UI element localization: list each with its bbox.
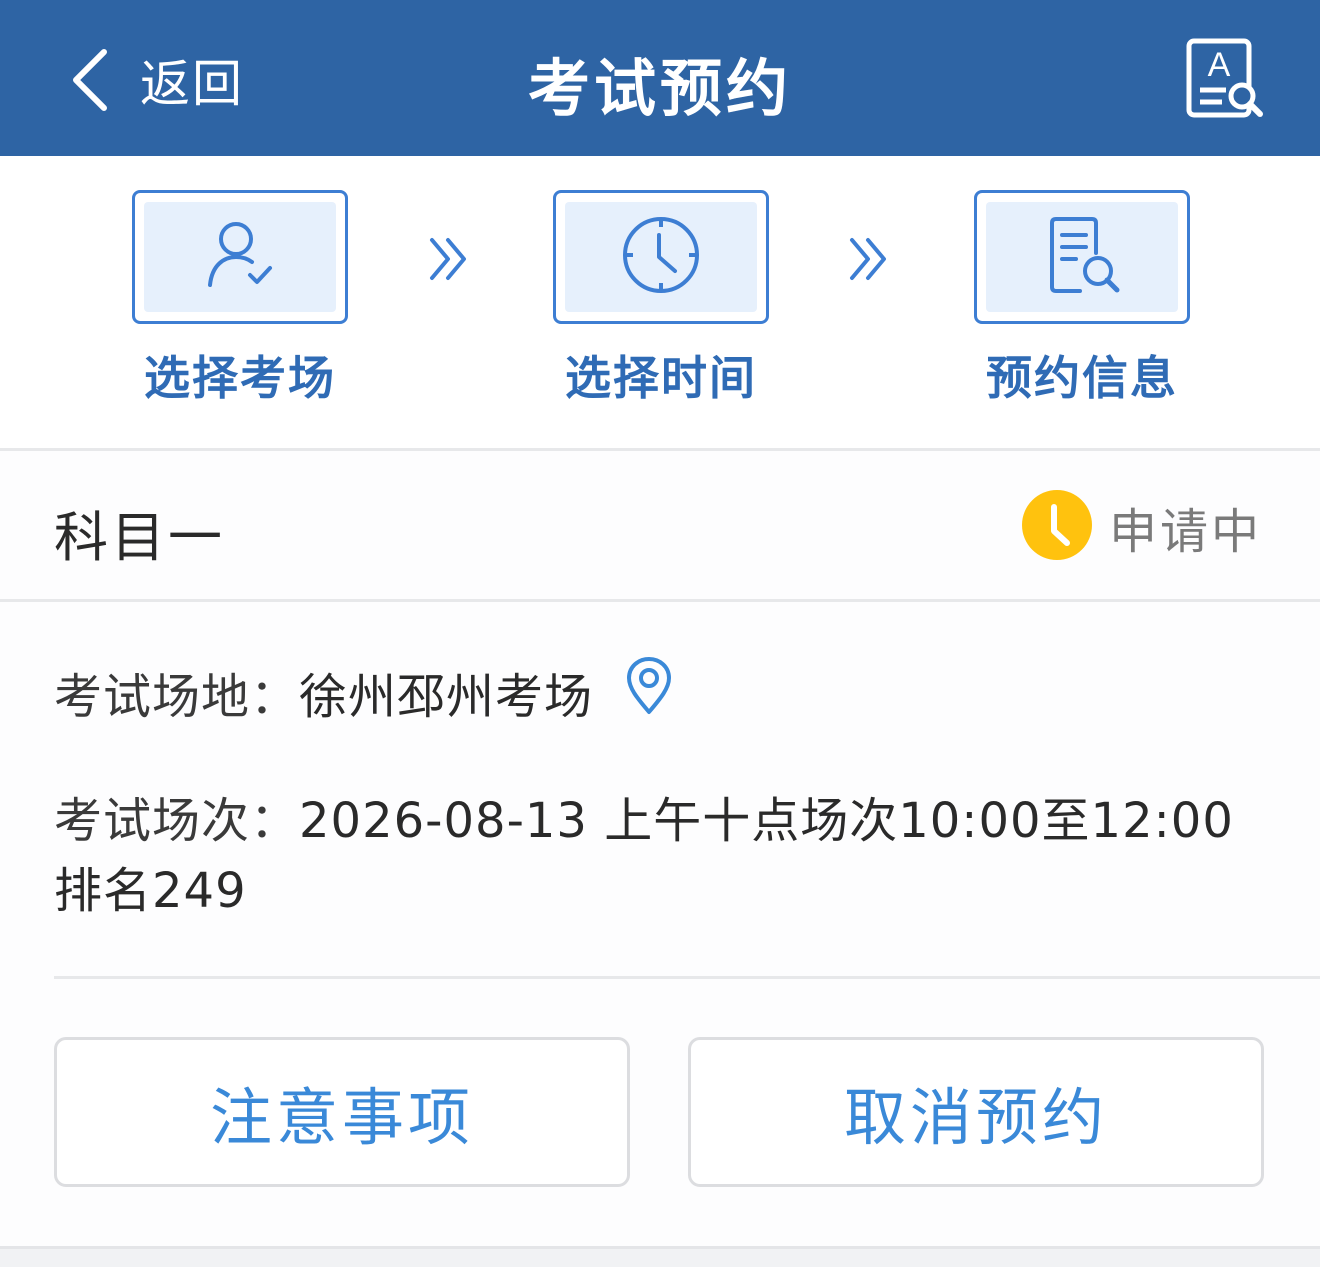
cancel-booking-button[interactable]: 取消预约 — [688, 1037, 1264, 1187]
subject-row: 科目一 申请中 — [0, 451, 1320, 599]
clock-icon — [619, 213, 703, 301]
page-title: 考试预约 — [527, 52, 792, 125]
clock-icon — [1021, 489, 1093, 565]
status-label: 申请中 — [1108, 504, 1262, 560]
step-select-venue[interactable]: 选择考场 — [132, 190, 348, 408]
document-search-icon — [1040, 213, 1124, 301]
notice-button[interactable]: 注意事项 — [54, 1037, 630, 1187]
exam-session-key: 考试场次： — [54, 793, 300, 849]
divider — [54, 976, 1320, 979]
map-pin-icon[interactable] — [625, 656, 673, 728]
exam-location-value: 徐州邳州考场 — [299, 669, 594, 725]
user-check-icon — [200, 215, 280, 299]
exam-session-row: 考试场次：2026-08-13 上午十点场次10:00至12:00 排名249 — [54, 786, 1254, 926]
exam-location-key: 考试场地： — [54, 669, 300, 725]
step-icon-box — [553, 190, 769, 324]
bottom-strip — [0, 1246, 1320, 1267]
double-chevron-right-icon — [426, 236, 472, 286]
step-icon-box — [132, 190, 348, 324]
step-select-time[interactable]: 选择时间 — [553, 190, 769, 408]
app-header: 返回 考试预约 A — [0, 0, 1320, 156]
steps-bar: 选择考场 选择时间 预约信息 — [0, 156, 1320, 448]
step-label: 选择考场 — [144, 351, 336, 405]
step-label: 预约信息 — [986, 351, 1178, 405]
exam-location-row: 考试场地： 徐州邳州考场 — [54, 656, 673, 728]
document-search-icon: A — [1182, 38, 1266, 126]
step-label: 选择时间 — [565, 351, 757, 405]
subject-title: 科目一 — [54, 506, 225, 569]
step-icon-box — [974, 190, 1190, 324]
status-badge: 申请中 — [1021, 489, 1262, 565]
double-chevron-right-icon — [846, 236, 892, 286]
divider — [0, 599, 1320, 602]
svg-text:A: A — [1208, 46, 1231, 84]
document-search-button[interactable]: A — [1182, 38, 1266, 122]
step-booking-info[interactable]: 预约信息 — [974, 190, 1190, 408]
